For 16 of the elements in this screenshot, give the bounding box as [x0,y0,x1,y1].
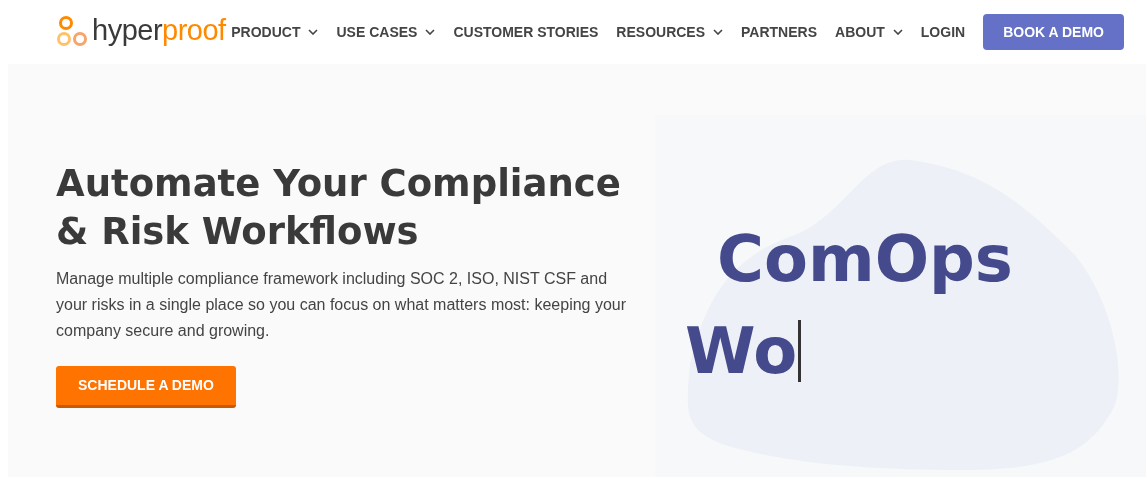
chevron-down-icon [892,29,903,35]
nav-link[interactable]: PRODUCT [231,21,319,43]
chevron-down-icon [308,29,319,35]
book-demo-button[interactable]: BOOK A DEMO [983,14,1124,50]
hero-description: Manage multiple compliance framework including SOC 2, ISO, NIST CSF and your risks in a single place so you can focus on what matters most: keeping your company secure and growing. [56,269,628,341]
nav-link[interactable]: LOGIN [920,21,966,43]
typing-headline: Wo [685,319,798,383]
hero-heading: Automate Your Compliance & Risk Workflows [56,161,622,255]
chevron-down-icon [713,29,724,35]
nav-link[interactable]: USE CASES [336,21,436,43]
nav-link[interactable]: ABOUT [835,21,903,43]
chevron-down-icon [425,29,436,35]
nav-link[interactable]: PARTNERS [741,21,817,43]
nav-link[interactable]: RESOURCES [616,21,724,43]
logo-wordmark[interactable]: hyperproof [92,15,226,45]
nav-link[interactable]: CUSTOMER STORIES [453,21,599,43]
